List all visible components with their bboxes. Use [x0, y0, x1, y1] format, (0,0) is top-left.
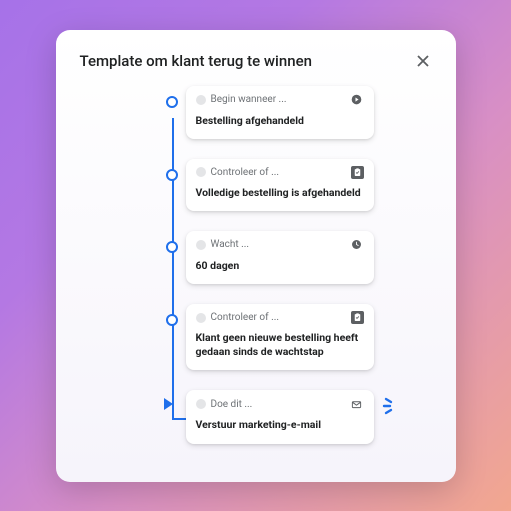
close-icon [416, 54, 430, 68]
clock-icon [350, 238, 364, 252]
clipboard-icon [351, 166, 364, 179]
chip-dot-icon [196, 313, 206, 323]
step-chip: Begin wanneer ... [196, 94, 287, 105]
step-node-dot [166, 96, 178, 108]
step-body: Klant geen nieuwe bestelling heeft gedaa… [186, 329, 374, 370]
step-header: Controleer of ... [186, 304, 374, 329]
step-body: Volledige bestelling is afgehandeld [186, 184, 374, 211]
step-body: 60 dagen [186, 257, 374, 284]
step-label: Controleer of ... [211, 167, 279, 178]
play-icon [350, 93, 364, 107]
step-chip: Controleer of ... [196, 167, 279, 178]
step-body: Verstuur marketing-e-mail [186, 416, 374, 443]
chip-dot-icon [196, 240, 206, 250]
step-chip: Wacht ... [196, 239, 250, 250]
step-node-dot [166, 314, 178, 326]
panel-header: Template om klant terug te winnen [80, 52, 432, 70]
step-label: Wacht ... [211, 239, 250, 250]
chip-dot-icon [196, 95, 206, 105]
step-header: Begin wanneer ... [186, 86, 374, 112]
step-header: Wacht ... [186, 231, 374, 257]
mail-icon [350, 397, 364, 411]
clipboard-icon [351, 311, 364, 324]
flow-step-trigger[interactable]: Begin wanneer ... Bestelling afgehandeld [186, 86, 374, 139]
step-node-dot [166, 169, 178, 181]
step-node-dot [166, 241, 178, 253]
step-chip: Doe dit ... [196, 399, 253, 410]
workflow-flow: Begin wanneer ... Bestelling afgehandeld… [80, 84, 432, 464]
step-label: Begin wanneer ... [211, 94, 287, 105]
flow-rail [172, 118, 174, 420]
step-chip: Controleer of ... [196, 312, 279, 323]
step-body: Bestelling afgehandeld [186, 112, 374, 139]
step-label: Controleer of ... [211, 312, 279, 323]
flow-step-condition-1[interactable]: Controleer of ... Volledige bestelling i… [186, 159, 374, 211]
flow-step-action[interactable]: Doe dit ... Verstuur marketing-e-mail [186, 390, 374, 443]
chip-dot-icon [196, 399, 206, 409]
step-header: Doe dit ... [186, 390, 374, 416]
template-panel: Template om klant terug te winnen Begin … [56, 30, 456, 482]
step-action-arrow-icon [164, 398, 173, 410]
flow-step-condition-2[interactable]: Controleer of ... Klant geen nieuwe best… [186, 304, 374, 370]
panel-title: Template om klant terug te winnen [80, 52, 312, 70]
chip-dot-icon [196, 167, 206, 177]
flow-step-wait[interactable]: Wacht ... 60 dagen [186, 231, 374, 284]
highlight-burst-icon [380, 396, 400, 416]
step-header: Controleer of ... [186, 159, 374, 184]
step-label: Doe dit ... [211, 399, 253, 410]
close-button[interactable] [414, 52, 432, 70]
